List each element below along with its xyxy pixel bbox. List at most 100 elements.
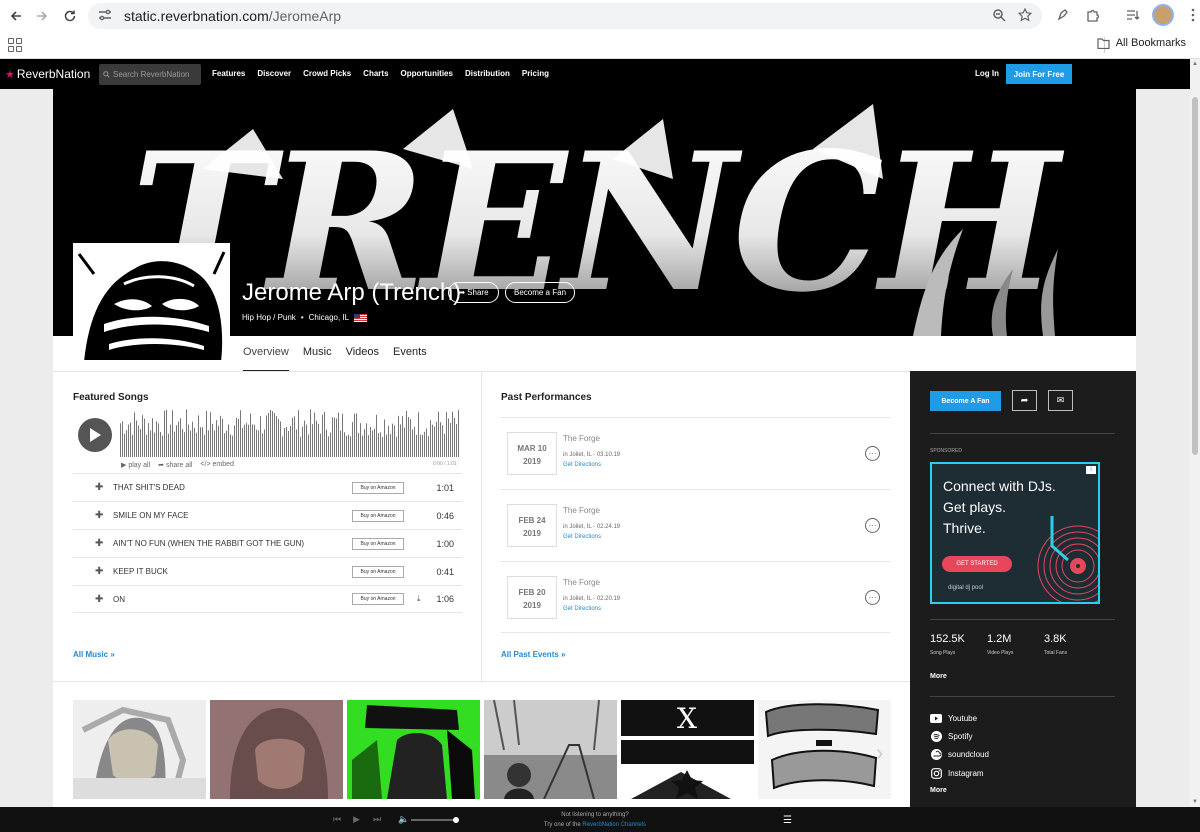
nav-link-charts[interactable]: Charts bbox=[363, 69, 388, 78]
performance-item[interactable]: FEB 20 2019 The Forge in Joliet, IL - 02.… bbox=[501, 561, 890, 633]
extension-pen-icon[interactable] bbox=[1052, 4, 1074, 26]
buy-on-amazon-button[interactable]: Buy on Amazon bbox=[352, 537, 404, 550]
perf-venue[interactable]: The Forge bbox=[563, 434, 600, 443]
buy-on-amazon-button[interactable]: Buy on Amazon bbox=[352, 509, 404, 522]
perf-venue[interactable]: The Forge bbox=[563, 578, 600, 587]
add-plus-icon[interactable]: ✚ bbox=[95, 594, 103, 605]
share-arrow-icon[interactable]: ➦ bbox=[1012, 390, 1037, 411]
bookmark-star-icon[interactable] bbox=[1018, 8, 1032, 22]
perf-venue[interactable]: The Forge bbox=[563, 506, 600, 515]
social-link-instagram[interactable]: Instagram bbox=[930, 767, 984, 779]
ad-info-icon[interactable]: i bbox=[1086, 466, 1096, 474]
buy-on-amazon-button[interactable]: Buy on Amazon bbox=[352, 565, 404, 578]
download-icon[interactable]: ⤓ bbox=[417, 594, 421, 604]
song-row[interactable]: ✚ THAT SHIT'S DEAD Buy on Amazon 1:01 bbox=[73, 473, 462, 501]
buy-on-amazon-button[interactable]: Buy on Amazon bbox=[352, 481, 404, 494]
page-scrollbar[interactable]: ▲ ▼ bbox=[1190, 59, 1200, 807]
scroll-up-arrow-icon[interactable]: ▲ bbox=[1192, 61, 1198, 67]
add-plus-icon[interactable]: ✚ bbox=[95, 482, 103, 493]
get-directions-link[interactable]: Get Directions bbox=[563, 462, 601, 468]
sidebar-become-fan-button[interactable]: Become A Fan bbox=[930, 391, 1001, 411]
all-music-link[interactable]: All Music » bbox=[73, 650, 115, 659]
back-arrow-icon[interactable] bbox=[2, 2, 30, 30]
get-directions-link[interactable]: Get Directions bbox=[563, 534, 601, 540]
stats-more-link[interactable]: More bbox=[930, 673, 947, 680]
waveform[interactable] bbox=[120, 407, 462, 457]
play-button[interactable] bbox=[78, 418, 112, 452]
sponsored-ad[interactable]: i Connect with DJs. Get plays. Thrive. G… bbox=[930, 462, 1100, 604]
song-row[interactable]: ✚ KEEP IT BUCK Buy on Amazon 0:41 bbox=[73, 557, 462, 585]
artist-photo[interactable] bbox=[758, 700, 891, 799]
song-title[interactable]: ON bbox=[113, 595, 125, 604]
song-title[interactable]: KEEP IT BUCK bbox=[113, 567, 168, 576]
address-bar[interactable]: static.reverbnation.com/JeromeArp bbox=[88, 3, 1042, 29]
social-link-spotify[interactable]: Spotify bbox=[930, 730, 972, 742]
buy-on-amazon-button[interactable]: Buy on Amazon bbox=[352, 593, 404, 605]
more-options-icon[interactable]: ··· bbox=[865, 446, 880, 461]
reading-list-icon[interactable] bbox=[1122, 4, 1144, 26]
join-button[interactable]: Join For Free bbox=[1006, 64, 1072, 84]
ad-get-started-button[interactable]: GET STARTED bbox=[942, 556, 1012, 572]
menu-hamburger-icon[interactable]: ☰ bbox=[783, 815, 792, 826]
tab-music[interactable]: Music bbox=[303, 346, 332, 372]
social-link-youtube[interactable]: Youtube bbox=[930, 713, 977, 723]
share-button[interactable]: ➦ Share bbox=[448, 282, 499, 303]
song-row[interactable]: ✚ ON Buy on Amazon ⤓ 1:06 bbox=[73, 585, 462, 613]
zoom-icon[interactable] bbox=[992, 8, 1006, 22]
performance-item[interactable]: MAR 10 2019 The Forge in Joliet, IL - 03.… bbox=[501, 417, 890, 489]
previous-track-icon[interactable]: ⏮ bbox=[333, 814, 341, 825]
nav-link-discover[interactable]: Discover bbox=[257, 69, 291, 78]
get-directions-link[interactable]: Get Directions bbox=[563, 606, 601, 612]
social-more-link[interactable]: More bbox=[930, 787, 947, 794]
more-options-icon[interactable]: ··· bbox=[865, 518, 880, 533]
nav-link-crowd-picks[interactable]: Crowd Picks bbox=[303, 69, 351, 78]
next-track-icon[interactable]: ⏭ bbox=[373, 814, 381, 825]
play-icon[interactable]: ▶ bbox=[353, 814, 360, 825]
song-title[interactable]: SMILE ON MY FACE bbox=[113, 511, 188, 520]
artist-photo[interactable] bbox=[484, 700, 617, 799]
apps-grid-icon[interactable] bbox=[8, 38, 22, 52]
embed-link[interactable]: </> embed bbox=[200, 461, 233, 469]
forward-arrow-icon[interactable] bbox=[28, 2, 56, 30]
performance-item[interactable]: FEB 24 2019 The Forge in Joliet, IL - 02.… bbox=[501, 489, 890, 561]
all-bookmarks[interactable]: All Bookmarks bbox=[1097, 37, 1186, 49]
song-title[interactable]: THAT SHIT'S DEAD bbox=[113, 483, 185, 492]
add-plus-icon[interactable]: ✚ bbox=[95, 510, 103, 521]
tab-videos[interactable]: Videos bbox=[346, 346, 379, 372]
channels-link[interactable]: ReverbNation Channels bbox=[582, 822, 646, 828]
all-past-events-link[interactable]: All Past Events » bbox=[501, 650, 565, 659]
play-all-link[interactable]: ▶ play all bbox=[121, 461, 150, 469]
site-settings-icon[interactable] bbox=[98, 9, 114, 23]
social-link-soundcloud[interactable]: soundcloud bbox=[930, 748, 989, 760]
add-plus-icon[interactable]: ✚ bbox=[95, 538, 103, 549]
artist-photo[interactable] bbox=[210, 700, 343, 799]
volume-slider[interactable] bbox=[411, 819, 458, 821]
artist-photo[interactable] bbox=[347, 700, 480, 799]
volume-icon[interactable]: 🔈 bbox=[398, 814, 409, 825]
more-menu-icon[interactable] bbox=[1182, 4, 1200, 26]
artist-profile-image[interactable] bbox=[73, 243, 230, 361]
artist-photo[interactable] bbox=[73, 700, 206, 799]
profile-avatar[interactable] bbox=[1152, 4, 1174, 26]
artist-photo[interactable]: X bbox=[621, 700, 754, 799]
share-all-link[interactable]: ➦ share all bbox=[158, 461, 192, 469]
add-plus-icon[interactable]: ✚ bbox=[95, 566, 103, 577]
volume-knob[interactable] bbox=[453, 817, 459, 823]
tab-events[interactable]: Events bbox=[393, 346, 427, 372]
nav-link-opportunities[interactable]: Opportunities bbox=[401, 69, 453, 78]
more-options-icon[interactable]: ··· bbox=[865, 590, 880, 605]
nav-link-features[interactable]: Features bbox=[212, 69, 245, 78]
login-link[interactable]: Log In bbox=[975, 69, 999, 78]
nav-link-distribution[interactable]: Distribution bbox=[465, 69, 510, 78]
song-title[interactable]: AIN'T NO FUN (WHEN THE RABBIT GOT THE GU… bbox=[113, 539, 304, 548]
song-row[interactable]: ✚ AIN'T NO FUN (WHEN THE RABBIT GOT THE … bbox=[73, 529, 462, 557]
tab-overview[interactable]: Overview bbox=[243, 346, 289, 372]
become-fan-button[interactable]: Become a Fan bbox=[505, 282, 575, 303]
scrollbar-thumb[interactable] bbox=[1192, 97, 1198, 455]
scroll-down-arrow-icon[interactable]: ▼ bbox=[1192, 799, 1198, 805]
reverbnation-logo[interactable]: ★ ReverbNation bbox=[5, 67, 90, 81]
song-row[interactable]: ✚ SMILE ON MY FACE Buy on Amazon 0:46 bbox=[73, 501, 462, 529]
extensions-puzzle-icon[interactable] bbox=[1082, 4, 1104, 26]
nav-link-pricing[interactable]: Pricing bbox=[522, 69, 549, 78]
chevron-right-icon[interactable]: › bbox=[876, 740, 883, 766]
